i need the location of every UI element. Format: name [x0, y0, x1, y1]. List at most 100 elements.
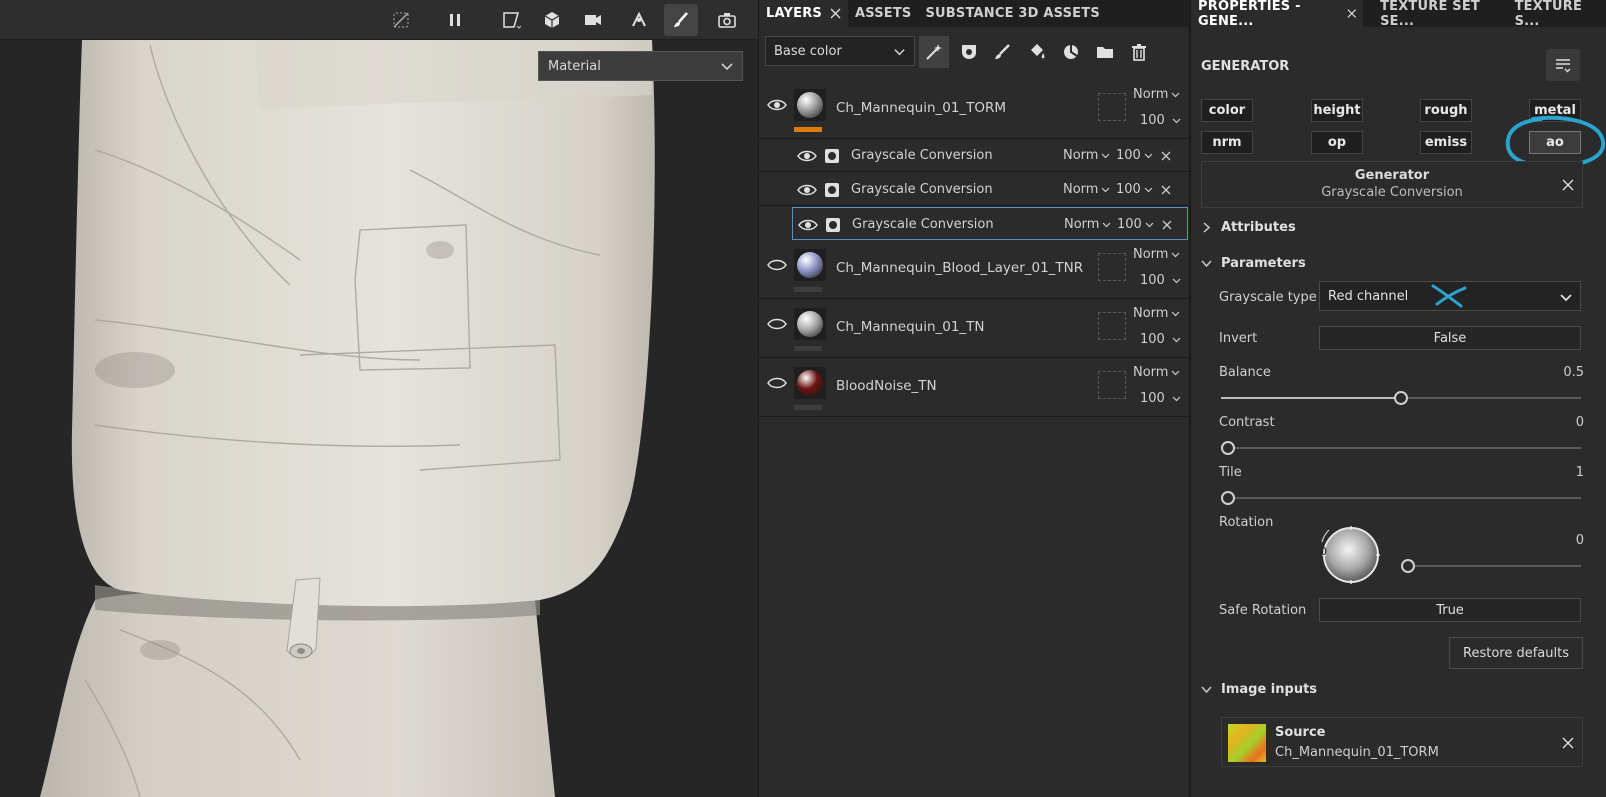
contrast-value: 0: [1575, 415, 1584, 430]
effect-blend-mode[interactable]: Norm: [1064, 217, 1111, 232]
eye-open-icon[interactable]: [767, 258, 787, 272]
blend-mode-label: Norm: [1133, 365, 1169, 380]
camera-video-icon[interactable]: [576, 4, 610, 36]
tab-label: TEXTURE S...: [1514, 0, 1583, 29]
rotation-slider[interactable]: [1401, 559, 1581, 573]
close-icon[interactable]: [1347, 8, 1356, 19]
channel-button-nrm[interactable]: nrm: [1201, 131, 1253, 154]
tab-texture-set-list[interactable]: TEXTURE S...: [1508, 0, 1606, 29]
add-mask-icon[interactable]: [954, 36, 984, 68]
pause-icon[interactable]: [438, 4, 472, 36]
slider-knob[interactable]: [1394, 391, 1408, 405]
close-icon[interactable]: [1562, 737, 1574, 749]
layer-opacity[interactable]: 100: [1140, 332, 1181, 347]
layer-mask-slot[interactable]: [1098, 93, 1126, 121]
close-icon[interactable]: [1562, 179, 1574, 191]
eye-icon[interactable]: [797, 183, 817, 197]
eye-open-icon[interactable]: [767, 317, 787, 331]
channel-button-height[interactable]: height: [1311, 99, 1363, 122]
channel-button-rough[interactable]: rough: [1420, 99, 1472, 122]
slider-knob[interactable]: [1221, 491, 1235, 505]
layer-blend-mode[interactable]: Norm: [1133, 365, 1180, 380]
effect-opacity[interactable]: 100: [1116, 182, 1153, 197]
tab-substance-3d-assets[interactable]: SUBSTANCE 3D ASSETS: [918, 0, 1106, 27]
screenshot-camera-icon[interactable]: [710, 4, 744, 36]
layer-mask-slot[interactable]: [1098, 371, 1126, 399]
balance-slider[interactable]: [1221, 391, 1581, 405]
layer-row[interactable]: Ch_Mannequin_01_TORM Norm 100: [759, 81, 1190, 139]
chevron-down-icon: [1172, 252, 1180, 258]
channel-button-op[interactable]: op: [1311, 131, 1363, 154]
opacity-label: 100: [1116, 182, 1141, 197]
slider-knob[interactable]: [1221, 441, 1235, 455]
tab-layers[interactable]: LAYERS: [759, 0, 848, 27]
section-image-inputs[interactable]: Image inputs: [1201, 682, 1317, 697]
layers-tabbar: LAYERS ASSETS SUBSTANCE 3D ASSETS: [759, 0, 1189, 27]
restore-defaults-button[interactable]: Restore defaults: [1449, 637, 1583, 669]
close-icon[interactable]: [1161, 185, 1171, 195]
slider-knob[interactable]: [1401, 559, 1415, 573]
layer-row[interactable]: Ch_Mannequin_Blood_Layer_01_TNR Norm 100: [759, 241, 1190, 299]
layer-thumbnail: [794, 249, 826, 281]
generator-box-title: Generator: [1354, 168, 1430, 183]
effect-row-selected[interactable]: Grayscale Conversion Norm 100: [792, 207, 1188, 240]
add-effect-wand-icon[interactable]: [919, 36, 949, 68]
uv-view-icon[interactable]: [494, 4, 528, 36]
generator-menu-button[interactable]: [1546, 49, 1580, 81]
add-smart-material-icon[interactable]: [1056, 36, 1086, 68]
tab-properties-generator[interactable]: PROPERTIES - GENE...: [1191, 0, 1364, 29]
close-icon[interactable]: [1162, 220, 1172, 230]
layer-name: Ch_Mannequin_Blood_Layer_01_TNR: [836, 260, 1084, 276]
section-parameters[interactable]: Parameters: [1201, 256, 1306, 271]
effect-blend-mode[interactable]: Norm: [1063, 148, 1110, 163]
channel-select[interactable]: Base color: [765, 36, 915, 66]
3d-viewport[interactable]: Material: [0, 0, 758, 797]
layer-opacity[interactable]: 100: [1140, 391, 1181, 406]
layer-blend-mode[interactable]: Norm: [1133, 247, 1180, 262]
3d-view-cube-icon[interactable]: [535, 4, 569, 36]
layer-row[interactable]: Ch_Mannequin_01_TN Norm 100: [759, 300, 1190, 358]
add-fill-layer-icon[interactable]: [1022, 36, 1052, 68]
invert-toggle[interactable]: False: [1319, 326, 1581, 350]
layer-row[interactable]: BloodNoise_TN Norm 100: [759, 359, 1190, 417]
eye-icon[interactable]: [767, 98, 787, 112]
layer-opacity[interactable]: 100: [1140, 113, 1181, 128]
tab-texture-set-settings[interactable]: TEXTURE SET SE...: [1373, 0, 1508, 29]
effect-opacity[interactable]: 100: [1116, 148, 1153, 163]
close-icon[interactable]: [830, 8, 841, 19]
add-paint-layer-icon[interactable]: [987, 36, 1017, 68]
layer-blend-mode[interactable]: Norm: [1133, 306, 1180, 321]
layer-blend-mode[interactable]: Norm: [1133, 87, 1180, 102]
source-input-slot[interactable]: Source Ch_Mannequin_01_TORM: [1221, 717, 1583, 767]
add-folder-icon[interactable]: [1090, 36, 1120, 68]
symmetry-icon[interactable]: [622, 4, 656, 36]
layer-opacity[interactable]: 100: [1140, 273, 1181, 288]
safe-rotation-toggle[interactable]: True: [1319, 598, 1581, 622]
tile-slider[interactable]: [1221, 491, 1581, 505]
eye-icon[interactable]: [797, 149, 817, 163]
delete-trash-icon[interactable]: [1124, 36, 1154, 68]
section-attributes[interactable]: Attributes: [1201, 220, 1296, 235]
chevron-down-icon: [1144, 153, 1153, 159]
layer-color-bar: [794, 405, 822, 410]
close-icon[interactable]: [1161, 151, 1171, 161]
eye-open-icon[interactable]: [767, 376, 787, 390]
effect-row[interactable]: Grayscale Conversion Norm 100: [759, 173, 1190, 206]
generator-mask-icon: [825, 183, 839, 197]
layer-mask-slot[interactable]: [1098, 253, 1126, 281]
tab-assets[interactable]: ASSETS: [848, 0, 919, 27]
paint-brush-icon[interactable]: [664, 4, 698, 36]
eye-icon[interactable]: [798, 218, 818, 232]
channel-button-emiss[interactable]: emiss: [1420, 131, 1472, 154]
effect-row[interactable]: Grayscale Conversion Norm 100: [759, 139, 1190, 172]
layer-color-bar: [794, 127, 822, 132]
rotation-value: 0: [1575, 533, 1584, 548]
layer-mask-slot[interactable]: [1098, 312, 1126, 340]
viewport-material-dropdown[interactable]: Material: [538, 51, 743, 81]
contrast-slider[interactable]: [1221, 441, 1581, 455]
hide-overlay-icon[interactable]: [384, 4, 418, 36]
effect-blend-mode[interactable]: Norm: [1063, 182, 1110, 197]
effect-opacity[interactable]: 100: [1117, 217, 1154, 232]
blend-mode-label: Norm: [1064, 217, 1100, 232]
channel-button-color[interactable]: color: [1201, 99, 1253, 122]
